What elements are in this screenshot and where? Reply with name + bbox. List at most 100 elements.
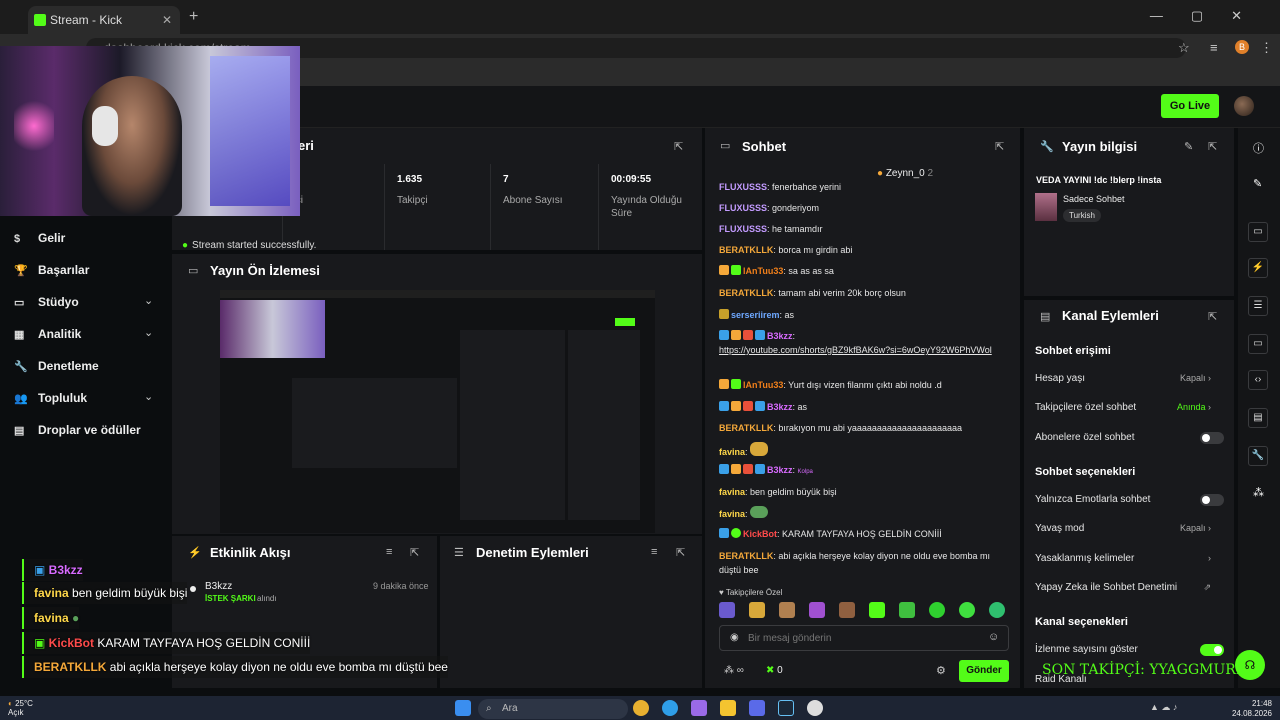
emote-icon[interactable] — [869, 602, 885, 618]
emote-icon[interactable] — [899, 602, 915, 618]
settings-gear-icon[interactable]: ⚙ — [936, 664, 946, 677]
teams-icon[interactable] — [749, 700, 765, 716]
points-icon[interactable]: ⁂ — [1253, 486, 1264, 499]
send-button[interactable]: Gönder — [959, 660, 1009, 682]
copilot-icon[interactable] — [691, 700, 707, 716]
window-controls[interactable]: —▢✕ — [1150, 8, 1270, 24]
taskbar-clock[interactable]: 21:48 24.08.2026 — [1232, 699, 1272, 719]
popout-icon[interactable]: ⇱ — [995, 140, 1004, 153]
taskbar-search[interactable]: ⌕ Ara — [478, 699, 628, 719]
chrome-icon[interactable] — [633, 700, 649, 716]
chat-user[interactable]: lAnTuu33 — [743, 266, 783, 276]
chat-user[interactable]: serseriirem — [731, 310, 780, 320]
points-icon[interactable]: ⁂ ∞ — [724, 665, 744, 676]
explorer-icon[interactable] — [720, 700, 736, 716]
edit-pencil-icon[interactable]: ✎ — [1184, 140, 1193, 153]
preview-toggle-icon[interactable]: ▭ — [1248, 222, 1268, 242]
obs-icon[interactable] — [807, 700, 823, 716]
chat-user[interactable]: favina — [719, 509, 745, 519]
chat-user[interactable]: FLUXUSSS — [719, 203, 767, 213]
thumb-golive — [615, 318, 635, 326]
playlist-icon[interactable]: ≡ — [1210, 40, 1218, 55]
vip-badge-icon — [719, 401, 729, 411]
popout-icon[interactable]: ⇱ — [1208, 310, 1217, 323]
setting-slow-mode[interactable]: Yavaş mod Kapalı › — [1035, 523, 1225, 534]
tray-icons[interactable]: ▲ ☁ ♪ — [1150, 702, 1177, 713]
go-live-button[interactable]: Go Live — [1161, 94, 1219, 118]
chat-link[interactable]: https://youtube.com/shorts/gBZ9kfBAK6w?s… — [719, 343, 1011, 357]
chat-input[interactable] — [748, 629, 978, 647]
info-icon[interactable]: ⓘ — [1253, 140, 1264, 156]
setting-banned-words[interactable]: Yasaklanmış kelimeler › — [1035, 553, 1225, 564]
sidebar-item-basarilar[interactable]: 🏆 Başarılar — [14, 260, 89, 280]
new-tab-button[interactable]: + — [189, 8, 198, 26]
emote-icon[interactable] — [839, 602, 855, 618]
weather-widget[interactable]: ◐ 25°C Açık — [8, 699, 33, 717]
user-avatar[interactable] — [1234, 96, 1254, 116]
sidebar-item-analitik[interactable]: ▦ Analitik — [14, 324, 81, 344]
steam-icon[interactable] — [778, 700, 794, 716]
emote-icon[interactable] — [929, 602, 945, 618]
chevron-down-icon[interactable]: ⌄ — [144, 390, 153, 403]
edit-pencil-icon[interactable]: ✎ — [1253, 177, 1262, 190]
code-toggle-icon[interactable]: ‹› — [1248, 370, 1268, 390]
sidebar-item-droplar[interactable]: ▤ Droplar ve ödüller — [14, 420, 141, 440]
chat-user[interactable]: favina — [719, 487, 745, 497]
wrench-toggle-icon[interactable]: 🔧 — [1248, 446, 1268, 466]
sidebar-item-topluluk[interactable]: 👥 Topluluk — [14, 388, 87, 408]
chevron-down-icon[interactable]: ⌄ — [144, 294, 153, 307]
edge-icon[interactable] — [662, 700, 678, 716]
emote-icon[interactable] — [749, 602, 765, 618]
chat-user[interactable]: KickBot — [743, 529, 777, 539]
show-viewers-toggle[interactable] — [1200, 644, 1224, 656]
chat-link-text[interactable]: https://youtube.com/shorts/gBZ9kfBAK6w?s… — [719, 345, 992, 355]
browser-profile-avatar[interactable]: B — [1235, 40, 1249, 54]
popout-icon[interactable]: ⇱ — [676, 546, 685, 559]
support-headset-icon[interactable]: ☊ — [1235, 650, 1265, 680]
windows-start-icon[interactable] — [455, 700, 471, 716]
setting-follower-chat[interactable]: Takipçilere özel sohbet Anında › — [1035, 402, 1225, 413]
filter-icon[interactable]: ≡ — [386, 546, 392, 558]
emote-icon[interactable] — [809, 602, 825, 618]
emote-icon[interactable] — [989, 602, 1005, 618]
stream-preview-video[interactable] — [220, 290, 655, 533]
browser-tab[interactable]: Stream - Kick Dashboard ✕ — [28, 6, 180, 55]
chevron-down-icon[interactable]: ⌄ — [144, 326, 153, 339]
bookmark-star-icon[interactable]: ☆ — [1178, 40, 1190, 56]
sidebar-item-denetleme[interactable]: 🔧 Denetleme — [14, 356, 99, 376]
setting-ai-moderation[interactable]: Yapay Zeka ile Sohbet Denetimi ⇗ — [1035, 582, 1225, 593]
browser-menu-icon[interactable]: ⋮ — [1260, 40, 1273, 56]
sidebar-item-studyo[interactable]: ▭ Stüdyo — [14, 292, 79, 312]
chat-user[interactable]: lAnTuu33 — [743, 380, 783, 390]
emote-icon[interactable] — [959, 602, 975, 618]
chat-user[interactable]: favina — [719, 447, 745, 457]
popout-icon[interactable]: ⇱ — [674, 140, 683, 153]
chat-user[interactable]: B3kzz — [767, 331, 793, 341]
popout-icon[interactable]: ⇱ — [1208, 140, 1217, 153]
chat-user[interactable]: FLUXUSSS — [719, 182, 767, 192]
emote-only-toggle[interactable] — [1200, 494, 1224, 506]
sub-chat-toggle[interactable] — [1200, 432, 1224, 444]
popout-icon[interactable]: ⇱ — [410, 546, 419, 559]
category-name[interactable]: Sadece Sohbet — [1063, 194, 1125, 204]
chat-user[interactable]: B3kzz — [767, 402, 793, 412]
emoji-icon[interactable]: ☺ — [988, 631, 999, 643]
actions-toggle-icon[interactable]: ▤ — [1248, 408, 1268, 428]
chat-user[interactable]: FLUXUSSS — [719, 224, 767, 234]
setting-account-age[interactable]: Hesap yaşı Kapalı › — [1035, 373, 1225, 384]
chat-user[interactable]: BERATKLLK — [719, 288, 773, 298]
emote-icon[interactable] — [719, 602, 735, 618]
kick-points[interactable]: ✖ 0 — [766, 665, 783, 676]
filter-icon[interactable]: ≡ — [651, 546, 657, 558]
tab-close-icon[interactable]: ✕ — [162, 6, 172, 34]
emote-icon[interactable] — [779, 602, 795, 618]
chat-toggle-icon[interactable]: ▭ — [1248, 334, 1268, 354]
chat-user[interactable]: BERATKLLK — [719, 423, 773, 433]
sidebar-item-gelir[interactable]: $ Gelir — [14, 228, 65, 248]
chat-user[interactable]: BERATKLLK — [719, 245, 773, 255]
setting-label: Yasaklanmış kelimeler — [1035, 553, 1135, 564]
lightning-toggle-icon[interactable]: ⚡ — [1248, 258, 1268, 278]
chat-user[interactable]: B3kzz — [767, 465, 793, 475]
list-toggle-icon[interactable]: ☰ — [1248, 296, 1268, 316]
chat-user[interactable]: BERATKLLK — [719, 551, 773, 561]
